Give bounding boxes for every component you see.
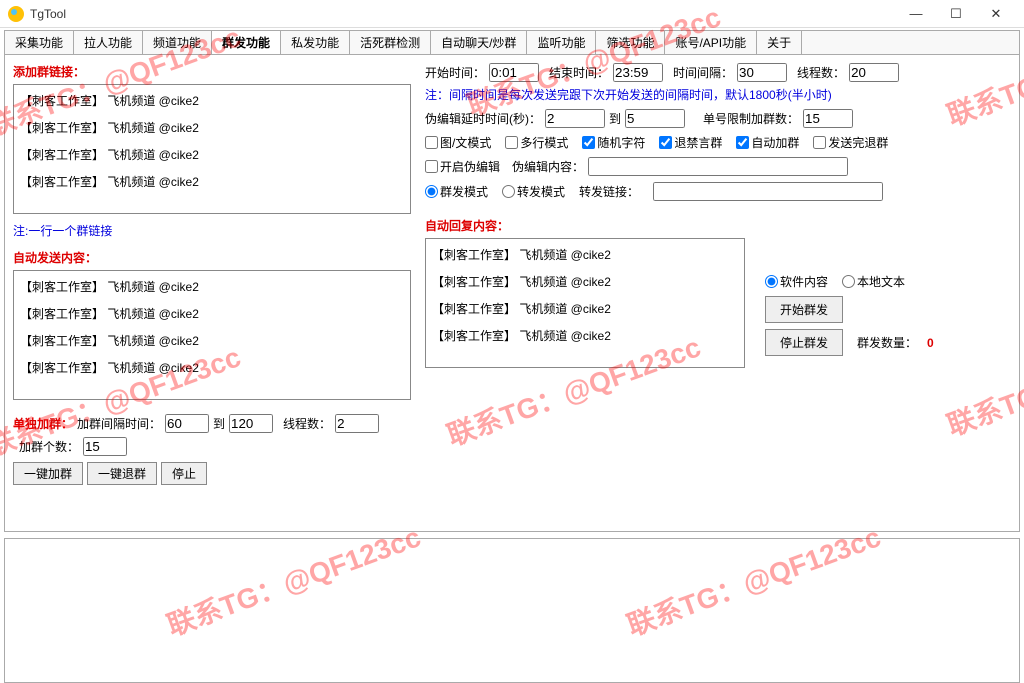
cb-multiline[interactable]: 多行模式: [505, 134, 568, 151]
tab-9[interactable]: 账号/API功能: [665, 31, 757, 54]
note-line: 注:一行一个群链接: [13, 222, 413, 239]
list-item[interactable]: 【刺客工作室】 飞机频道 @cike2: [16, 141, 408, 168]
tab-1[interactable]: 拉人功能: [74, 31, 143, 54]
fake-delay-max[interactable]: [625, 109, 685, 128]
tab-4[interactable]: 私发功能: [281, 31, 350, 54]
auto-reply-label: 自动回复内容：: [425, 217, 745, 234]
radio-soft-content[interactable]: 软件内容: [765, 273, 828, 290]
tab-6[interactable]: 自动聊天/炒群: [431, 31, 527, 54]
close-button[interactable]: ✕: [976, 0, 1016, 28]
tab-7[interactable]: 监听功能: [527, 31, 596, 54]
main-panel: 添加群链接： 【刺客工作室】 飞机频道 @cike2【刺客工作室】 飞机频道 @…: [4, 54, 1020, 532]
cb-banexit[interactable]: 退禁言群: [659, 134, 722, 151]
fake-delay-label: 伪编辑延时时间(秒)：: [425, 110, 541, 127]
app-icon: [8, 6, 24, 22]
join-threads-input[interactable]: [335, 414, 379, 433]
list-item[interactable]: 【刺客工作室】 飞机频道 @cike2: [16, 300, 408, 327]
tab-8[interactable]: 筛选功能: [596, 31, 665, 54]
to-label-1: 到: [213, 415, 225, 432]
log-area[interactable]: [4, 538, 1020, 683]
cb-autojoin[interactable]: 自动加群: [736, 134, 799, 151]
single-join-label: 单独加群：: [13, 415, 73, 432]
join-interval-min[interactable]: [165, 414, 209, 433]
interval-label: 时间间隔：: [673, 64, 733, 81]
join-count-label: 加群个数：: [19, 438, 79, 455]
join-count-input[interactable]: [83, 437, 127, 456]
fake-content-label: 伪编辑内容：: [512, 158, 584, 175]
interval-input[interactable]: [737, 63, 787, 82]
group-links-list[interactable]: 【刺客工作室】 飞机频道 @cike2【刺客工作室】 飞机频道 @cike2【刺…: [13, 84, 411, 214]
end-time-input[interactable]: [613, 63, 663, 82]
send-count-value: 0: [927, 336, 934, 350]
forward-link-input[interactable]: [653, 182, 883, 201]
fake-content-input[interactable]: [588, 157, 848, 176]
titlebar: TgTool — ☐ ✕: [0, 0, 1024, 28]
window-title: TgTool: [30, 7, 896, 21]
auto-send-label: 自动发送内容：: [13, 249, 413, 266]
list-item[interactable]: 【刺客工作室】 飞机频道 @cike2: [16, 114, 408, 141]
start-send-button[interactable]: 开始群发: [765, 296, 843, 323]
limit-label: 单号限制加群数：: [703, 110, 799, 127]
end-time-label: 结束时间：: [549, 64, 609, 81]
auto-reply-list[interactable]: 【刺客工作室】 飞机频道 @cike2【刺客工作室】 飞机频道 @cike2【刺…: [425, 238, 745, 368]
send-count-label: 群发数量：: [857, 334, 917, 351]
list-item[interactable]: 【刺客工作室】 飞机频道 @cike2: [16, 168, 408, 195]
start-time-label: 开始时间：: [425, 64, 485, 81]
threads-input[interactable]: [849, 63, 899, 82]
radio-forward[interactable]: 转发模式: [502, 183, 565, 200]
minimize-button[interactable]: —: [896, 0, 936, 28]
list-item[interactable]: 【刺客工作室】 飞机频道 @cike2: [428, 295, 742, 322]
radio-groupsend[interactable]: 群发模式: [425, 183, 488, 200]
stop-send-button[interactable]: 停止群发: [765, 329, 843, 356]
maximize-button[interactable]: ☐: [936, 0, 976, 28]
tab-3[interactable]: 群发功能: [212, 31, 281, 54]
tab-bar: 采集功能拉人功能频道功能群发功能私发功能活死群检测自动聊天/炒群监听功能筛选功能…: [4, 30, 1020, 54]
tab-0[interactable]: 采集功能: [5, 31, 74, 54]
join-all-button[interactable]: 一键加群: [13, 462, 83, 485]
list-item[interactable]: 【刺客工作室】 飞机频道 @cike2: [16, 273, 408, 300]
cb-imgtext[interactable]: 图/文模式: [425, 134, 491, 151]
tab-10[interactable]: 关于: [757, 31, 802, 54]
cb-sendexit[interactable]: 发送完退群: [813, 134, 888, 151]
cb-enablefake[interactable]: 开启伪编辑: [425, 158, 500, 175]
list-item[interactable]: 【刺客工作室】 飞机频道 @cike2: [428, 241, 742, 268]
start-time-input[interactable]: [489, 63, 539, 82]
list-item[interactable]: 【刺客工作室】 飞机频道 @cike2: [16, 87, 408, 114]
cb-randchars[interactable]: 随机字符: [582, 134, 645, 151]
to-label-2: 到: [609, 110, 621, 127]
list-item[interactable]: 【刺客工作室】 飞机频道 @cike2: [16, 354, 408, 381]
list-item[interactable]: 【刺客工作室】 飞机频道 @cike2: [16, 327, 408, 354]
tab-2[interactable]: 频道功能: [143, 31, 212, 54]
fake-delay-min[interactable]: [545, 109, 605, 128]
interval-note: 注：间隔时间是每次发送完跟下次开始发送的间隔时间，默认1800秒(半小时): [425, 86, 1011, 103]
list-item[interactable]: 【刺客工作室】 飞机频道 @cike2: [428, 322, 742, 349]
join-threads-label: 线程数：: [283, 415, 331, 432]
threads-label: 线程数：: [797, 64, 845, 81]
stop-button[interactable]: 停止: [161, 462, 207, 485]
join-interval-label: 加群间隔时间：: [77, 415, 161, 432]
links-label: 添加群链接：: [13, 63, 413, 80]
join-interval-max[interactable]: [229, 414, 273, 433]
exit-all-button[interactable]: 一键退群: [87, 462, 157, 485]
limit-input[interactable]: [803, 109, 853, 128]
radio-local-text[interactable]: 本地文本: [842, 273, 905, 290]
tab-5[interactable]: 活死群检测: [350, 31, 431, 54]
list-item[interactable]: 【刺客工作室】 飞机频道 @cike2: [428, 268, 742, 295]
auto-send-list[interactable]: 【刺客工作室】 飞机频道 @cike2【刺客工作室】 飞机频道 @cike2【刺…: [13, 270, 411, 400]
forward-link-label: 转发链接：: [579, 183, 639, 200]
